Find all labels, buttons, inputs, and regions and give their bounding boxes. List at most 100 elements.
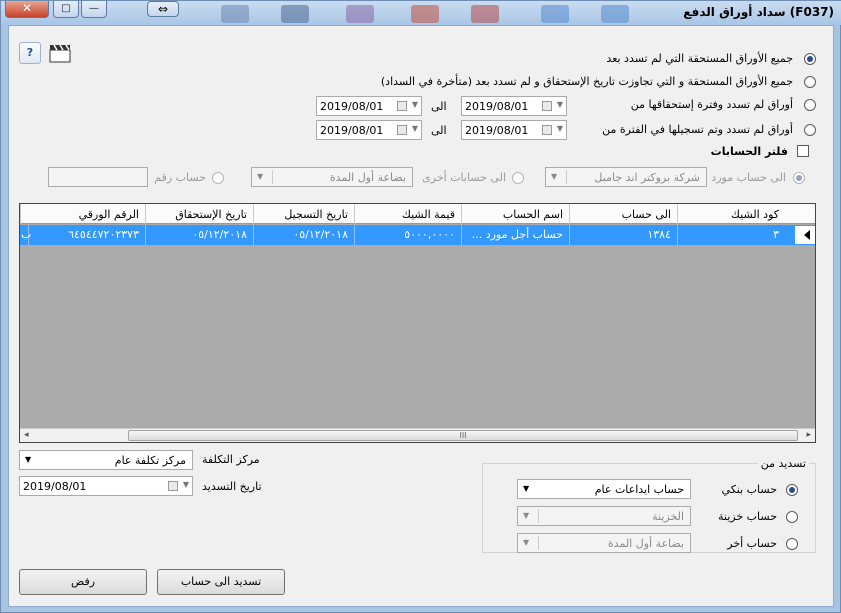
col-header-to-account[interactable]: الى حساب [569, 204, 677, 224]
background-taskbar-icon [601, 5, 629, 23]
scroll-thumb[interactable]: III [128, 430, 798, 441]
form-content: ? جميع الأوراق المستحقة التي لم تسدد بعد… [8, 25, 834, 607]
other-account-combo[interactable]: بضاعة أول المدة ▼ [517, 533, 691, 553]
horizontal-scrollbar[interactable]: ◂ III ▸ [20, 428, 815, 442]
bank-account-label: حساب بنكي [721, 483, 777, 496]
supplier-value: شركة بروكتر اند جامبل [594, 171, 700, 184]
background-taskbar-icon [346, 5, 374, 23]
background-taskbar-icon [471, 5, 499, 23]
filter-due-period-radio[interactable] [804, 99, 816, 111]
treasury-account-value: الخزينة [652, 510, 684, 523]
to-other-accounts-radio[interactable] [512, 172, 524, 184]
account-filter-checkbox[interactable] [797, 145, 809, 157]
account-number-radio[interactable] [212, 172, 224, 184]
chevron-down-icon: ▼ [551, 172, 558, 181]
window-title: (F037) سداد أوراق الدفع [683, 5, 834, 19]
other-account-radio[interactable] [786, 538, 798, 550]
chevron-down-icon: ▼ [411, 124, 418, 133]
close-button[interactable]: ✕ [5, 1, 49, 18]
chevron-down-icon: ▼ [523, 484, 530, 493]
payment-date-input[interactable]: 2019/08/01 ▼ [19, 476, 193, 496]
app-window: ✕ □ — ⇔ (F037) سداد أوراق الدفع ? جميع ا… [0, 0, 841, 613]
maximize-button[interactable]: □ [53, 1, 79, 18]
to-supplier-label: الى حساب مورد [711, 171, 786, 184]
reg-from-date[interactable]: 2019/08/01 ▼ [461, 120, 567, 140]
scroll-left-icon[interactable]: ◂ [24, 429, 29, 442]
filter-registered-period-label: أوراق لم تسدد وتم تسجيلها في الفترة من [602, 123, 793, 136]
reg-to-value: 2019/08/01 [320, 124, 384, 137]
row-selector-arrow-icon[interactable] [794, 225, 815, 245]
to-other-accounts-label: الى حسابات أخرى [422, 171, 506, 184]
form-title: سداد أوراق الدفع [683, 5, 786, 19]
account-number-input[interactable] [48, 167, 148, 187]
other-account-value: بضاعة أول المدة [607, 537, 684, 550]
cost-center-combo[interactable]: مركز تكلفة عام ▼ [19, 450, 193, 470]
payment-date-value: 2019/08/01 [23, 480, 87, 493]
treasury-account-radio[interactable] [786, 511, 798, 523]
supplier-combo[interactable]: شركة بروكتر اند جامبل ▼ [545, 167, 707, 187]
payment-date-label: تاريخ التسديد [202, 480, 262, 493]
calendar-icon [397, 125, 407, 135]
filter-overdue-label: جميع الأوراق المستحقة و التي تجاوزت تاري… [380, 75, 793, 88]
reg-to-date[interactable]: 2019/08/01 ▼ [316, 120, 422, 140]
checks-grid[interactable]: كود الشيك الى حساب اسم الحساب قيمة الشيك… [19, 203, 816, 443]
chevron-down-icon: ▼ [523, 538, 530, 547]
cell-account-name[interactable]: حساب أجل مورد ... [461, 225, 569, 245]
col-header-registration-date[interactable]: تاريخ التسجيل [253, 204, 354, 224]
combo-divider [566, 170, 567, 184]
other-accounts-combo[interactable]: بضاعة أول المدة ▼ [251, 167, 413, 187]
bank-account-value: حساب ايداعات عام [594, 483, 684, 496]
due-to-date[interactable]: 2019/08/01 ▼ [316, 96, 422, 116]
combo-divider [272, 170, 273, 184]
help-icon[interactable]: ? [19, 42, 41, 64]
cell-check-amount[interactable]: ٥٠٠٠,٠٠٠٠ [354, 225, 461, 245]
cell-check-code[interactable]: ٣ [677, 225, 785, 245]
chevron-down-icon: ▼ [182, 480, 189, 489]
clapperboard-icon[interactable] [49, 43, 71, 63]
chevron-down-icon: ▼ [556, 124, 563, 133]
pay-from-group: تسديد من حساب بنكي حساب ايداعات عام ▼ حس… [482, 457, 816, 553]
move-handle-icon[interactable]: ⇔ [147, 1, 179, 17]
cost-center-label: مركز التكلفة [202, 453, 260, 466]
cell-paper-number[interactable]: ٦٤٥٤٤٧٢٠٢٣٧٣ [28, 225, 145, 245]
due-to-label: الى [431, 100, 447, 113]
combo-divider [538, 536, 539, 550]
calendar-icon [397, 101, 407, 111]
treasury-account-label: حساب خزينة [718, 510, 777, 523]
chevron-down-icon: ▼ [257, 172, 264, 181]
cell-overflow-char: ب [21, 228, 32, 241]
chevron-down-icon: ▼ [556, 100, 563, 109]
bank-account-combo[interactable]: حساب ايداعات عام ▼ [517, 479, 691, 499]
cell-due-date[interactable]: ٠٥/١٢/٢٠١٨ [145, 225, 253, 245]
col-header-account-name[interactable]: اسم الحساب [461, 204, 569, 224]
due-from-value: 2019/08/01 [465, 100, 529, 113]
col-header-paper-number[interactable]: الرقم الورقي [20, 204, 145, 224]
filter-overdue-radio[interactable] [804, 76, 816, 88]
reject-button[interactable]: رفض [19, 569, 147, 595]
cost-center-value: مركز تكلفة عام [114, 454, 186, 467]
grid-header: كود الشيك الى حساب اسم الحساب قيمة الشيك… [20, 204, 815, 224]
col-header-check-amount[interactable]: قيمة الشيك [354, 204, 461, 224]
minimize-button[interactable]: — [81, 1, 107, 18]
col-header-check-code[interactable]: كود الشيك [677, 204, 785, 224]
pay-from-title: تسديد من [757, 457, 809, 470]
scroll-right-icon[interactable]: ▸ [806, 429, 811, 442]
to-supplier-radio[interactable] [793, 172, 805, 184]
filter-all-due-radio[interactable] [804, 53, 816, 65]
table-row[interactable]: ٣ ١٣٨٤ حساب أجل مورد ... ٥٠٠٠,٠٠٠٠ ٠٥/١٢… [20, 225, 815, 245]
reg-from-value: 2019/08/01 [465, 124, 529, 137]
filter-registered-period-radio[interactable] [804, 124, 816, 136]
pay-to-account-button[interactable]: تسديد الى حساب [157, 569, 285, 595]
bank-account-radio[interactable] [786, 484, 798, 496]
cell-registration-date[interactable]: ٠٥/١٢/٢٠١٨ [253, 225, 354, 245]
due-to-value: 2019/08/01 [320, 100, 384, 113]
filter-all-due-label: جميع الأوراق المستحقة التي لم تسدد بعد [606, 52, 793, 65]
cell-to-account[interactable]: ١٣٨٤ [569, 225, 677, 245]
calendar-icon [168, 481, 178, 491]
combo-divider [538, 509, 539, 523]
col-header-due-date[interactable]: تاريخ الإستحقاق [145, 204, 253, 224]
chevron-down-icon: ▼ [411, 100, 418, 109]
due-from-date[interactable]: 2019/08/01 ▼ [461, 96, 567, 116]
title-bar: ✕ □ — ⇔ (F037) سداد أوراق الدفع [1, 1, 841, 25]
treasury-account-combo[interactable]: الخزينة ▼ [517, 506, 691, 526]
